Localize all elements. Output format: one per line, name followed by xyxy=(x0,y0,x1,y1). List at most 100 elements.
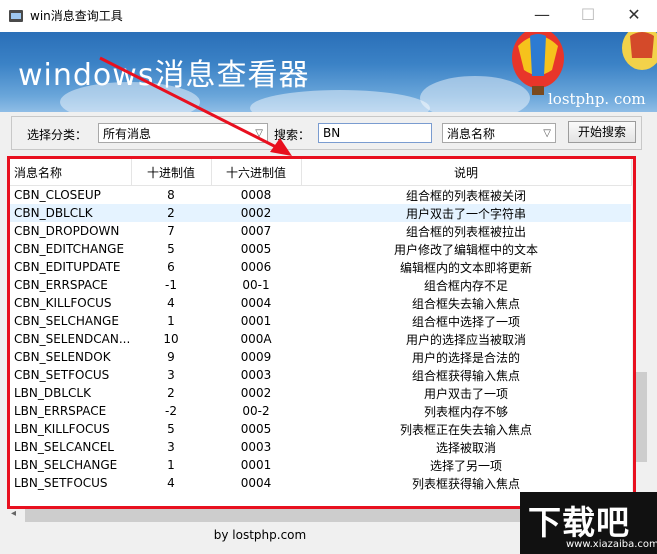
table-row[interactable]: LBN_DBLCLK 2 0002 用户双击了一项 xyxy=(9,384,631,402)
table-row[interactable]: CBN_ERRSPACE -1 00-1 组合框内存不足 xyxy=(9,276,631,294)
cell-description: 组合框中选择了一项 xyxy=(411,314,520,329)
cell-name: LBN_SETFOCUS xyxy=(14,476,108,490)
cell-decimal: 4 xyxy=(167,476,175,490)
category-select[interactable]: 所有消息 ▽ xyxy=(98,123,268,143)
cell-name: CBN_KILLFOCUS xyxy=(14,296,112,310)
table-row[interactable]: LBN_SELCANCEL 3 0003 选择被取消 xyxy=(9,438,631,456)
cell-description: 列表框内存不够 xyxy=(423,404,508,419)
cell-decimal: -2 xyxy=(165,404,177,418)
cell-name: CBN_EDITCHANGE xyxy=(14,242,125,256)
watermark-logo: 下载吧 www.xiazaiba.com xyxy=(520,492,657,554)
window-title: win消息查询工具 xyxy=(30,9,123,23)
horizontal-scroll-thumb[interactable] xyxy=(25,509,535,522)
cell-decimal: 2 xyxy=(167,386,175,400)
cell-hex: 0003 xyxy=(240,368,272,382)
cell-hex: 0002 xyxy=(211,204,301,222)
cell-name: CBN_EDITUPDATE xyxy=(14,260,121,274)
column-header-decimal[interactable]: 十进制值 xyxy=(131,159,212,186)
cell-hex: 0004 xyxy=(240,296,272,310)
cell-description: 用户双击了一项 xyxy=(423,386,508,401)
cell-name: CBN_SELCHANGE xyxy=(14,314,119,328)
cell-description: 用户双击了一个字符串 xyxy=(301,204,631,222)
filter-bar: 选择分类： 所有消息 ▽ 搜索： BN 消息名称 ▽ 开始搜索 xyxy=(11,116,642,150)
cell-hex: 0006 xyxy=(240,260,272,274)
table-row[interactable]: CBN_SELENDCAN... 10 000A 用户的选择应当被取消 xyxy=(9,330,631,348)
table-row[interactable]: CBN_CLOSEUP 8 0008 组合框的列表框被关闭 xyxy=(9,186,631,205)
cell-decimal: -1 xyxy=(165,278,177,292)
cell-name: CBN_SETFOCUS xyxy=(14,368,110,382)
table-row[interactable]: LBN_SETFOCUS 4 0004 列表框获得输入焦点 xyxy=(9,474,631,492)
cell-decimal: 8 xyxy=(167,188,175,202)
cell-decimal: 2 xyxy=(131,204,211,222)
search-input[interactable]: BN xyxy=(318,123,432,143)
banner-url: lostphp. com xyxy=(548,90,646,108)
cell-decimal: 1 xyxy=(167,458,175,472)
cell-description: 列表框获得输入焦点 xyxy=(411,476,520,491)
table-row[interactable]: CBN_EDITUPDATE 6 0006 编辑框内的文本即将更新 xyxy=(9,258,631,276)
table-row[interactable]: CBN_SELENDOK 9 0009 用户的选择是合法的 xyxy=(9,348,631,366)
category-label: 选择分类： xyxy=(27,128,88,142)
table-row[interactable]: CBN_EDITCHANGE 5 0005 用户修改了编辑框中的文本 xyxy=(9,240,631,258)
cell-description: 选择了另一项 xyxy=(429,458,502,473)
vertical-scroll-thumb[interactable] xyxy=(634,372,647,462)
cell-name: CBN_SELENDCAN... xyxy=(14,332,131,346)
column-header-name[interactable]: 消息名称 xyxy=(9,159,132,186)
cell-hex: 0004 xyxy=(240,476,272,490)
cell-name: CBN_CLOSEUP xyxy=(14,188,101,202)
table-header: 消息名称 十进制值 十六进制值 说明 xyxy=(9,159,632,186)
cell-hex: 0007 xyxy=(240,224,272,238)
table-row[interactable]: CBN_SETFOCUS 3 0003 组合框获得输入焦点 xyxy=(9,366,631,384)
cell-description: 列表框正在失去输入焦点 xyxy=(399,422,532,437)
cell-description: 用户的选择应当被取消 xyxy=(405,332,526,347)
cell-name: CBN_DBLCLK xyxy=(9,204,131,222)
cell-hex: 0009 xyxy=(240,350,272,364)
column-header-description[interactable]: 说明 xyxy=(301,159,632,186)
table-row[interactable]: LBN_KILLFOCUS 5 0005 列表框正在失去输入焦点 xyxy=(9,420,631,438)
app-icon xyxy=(8,8,24,24)
cell-decimal: 9 xyxy=(167,350,175,364)
table-row[interactable]: LBN_ERRSPACE -2 00-2 列表框内存不够 xyxy=(9,402,631,420)
cell-description: 组合框内存不足 xyxy=(423,278,508,293)
cell-name: CBN_ERRSPACE xyxy=(14,278,108,292)
footer-credit: by lostphp.com xyxy=(213,528,307,542)
cell-hex: 00-1 xyxy=(242,278,270,292)
cell-description: 选择被取消 xyxy=(435,440,496,455)
cell-hex: 0008 xyxy=(240,188,272,202)
cell-hex: 0001 xyxy=(240,314,272,328)
cell-decimal: 5 xyxy=(167,242,175,256)
cell-decimal: 4 xyxy=(167,296,175,310)
watermark-text: 下载吧 xyxy=(528,503,630,542)
cell-decimal: 10 xyxy=(163,332,179,346)
column-header-hex[interactable]: 十六进制值 xyxy=(211,159,302,186)
cell-hex: 0005 xyxy=(240,242,272,256)
cell-name: LBN_KILLFOCUS xyxy=(14,422,110,436)
scroll-left-icon[interactable]: ◂ xyxy=(11,508,16,519)
cell-decimal: 6 xyxy=(167,260,175,274)
cell-description: 用户修改了编辑框中的文本 xyxy=(393,242,538,257)
cell-hex: 000A xyxy=(240,332,272,346)
banner-title: windows消息查看器 xyxy=(18,58,310,93)
cell-name: CBN_SELENDOK xyxy=(14,350,111,364)
cell-hex: 0002 xyxy=(240,386,272,400)
cell-description: 组合框失去输入焦点 xyxy=(411,296,520,311)
cell-hex: 00-2 xyxy=(242,404,270,418)
cell-decimal: 3 xyxy=(167,368,175,382)
vertical-scrollbar[interactable] xyxy=(632,158,649,506)
message-list[interactable]: 消息名称 十进制值 十六进制值 说明 CBN_CLOSEUP 8 0008 组合框的列… xyxy=(8,158,633,508)
close-button[interactable]: ✕ xyxy=(611,0,657,32)
table-row[interactable]: CBN_DBLCLK 2 0002 用户双击了一个字符串 xyxy=(9,204,631,222)
table-row[interactable]: CBN_DROPDOWN 7 0007 组合框的列表框被拉出 xyxy=(9,222,631,240)
table-row[interactable]: CBN_KILLFOCUS 4 0004 组合框失去输入焦点 xyxy=(9,294,631,312)
cell-name: LBN_SELCHANGE xyxy=(14,458,118,472)
maximize-button[interactable]: ☐ xyxy=(565,0,611,32)
field-select[interactable]: 消息名称 ▽ xyxy=(442,123,556,143)
cell-name: CBN_DROPDOWN xyxy=(14,224,120,238)
cell-description: 组合框的列表框被拉出 xyxy=(405,224,526,239)
table-row[interactable]: CBN_SELCHANGE 1 0001 组合框中选择了一项 xyxy=(9,312,631,330)
cell-description: 用户的选择是合法的 xyxy=(411,350,520,365)
search-button[interactable]: 开始搜索 xyxy=(568,121,636,143)
cell-description: 组合框的列表框被关闭 xyxy=(405,188,526,203)
chevron-down-icon: ▽ xyxy=(255,128,263,139)
table-row[interactable]: LBN_SELCHANGE 1 0001 选择了另一项 xyxy=(9,456,631,474)
minimize-button[interactable]: — xyxy=(519,0,565,32)
